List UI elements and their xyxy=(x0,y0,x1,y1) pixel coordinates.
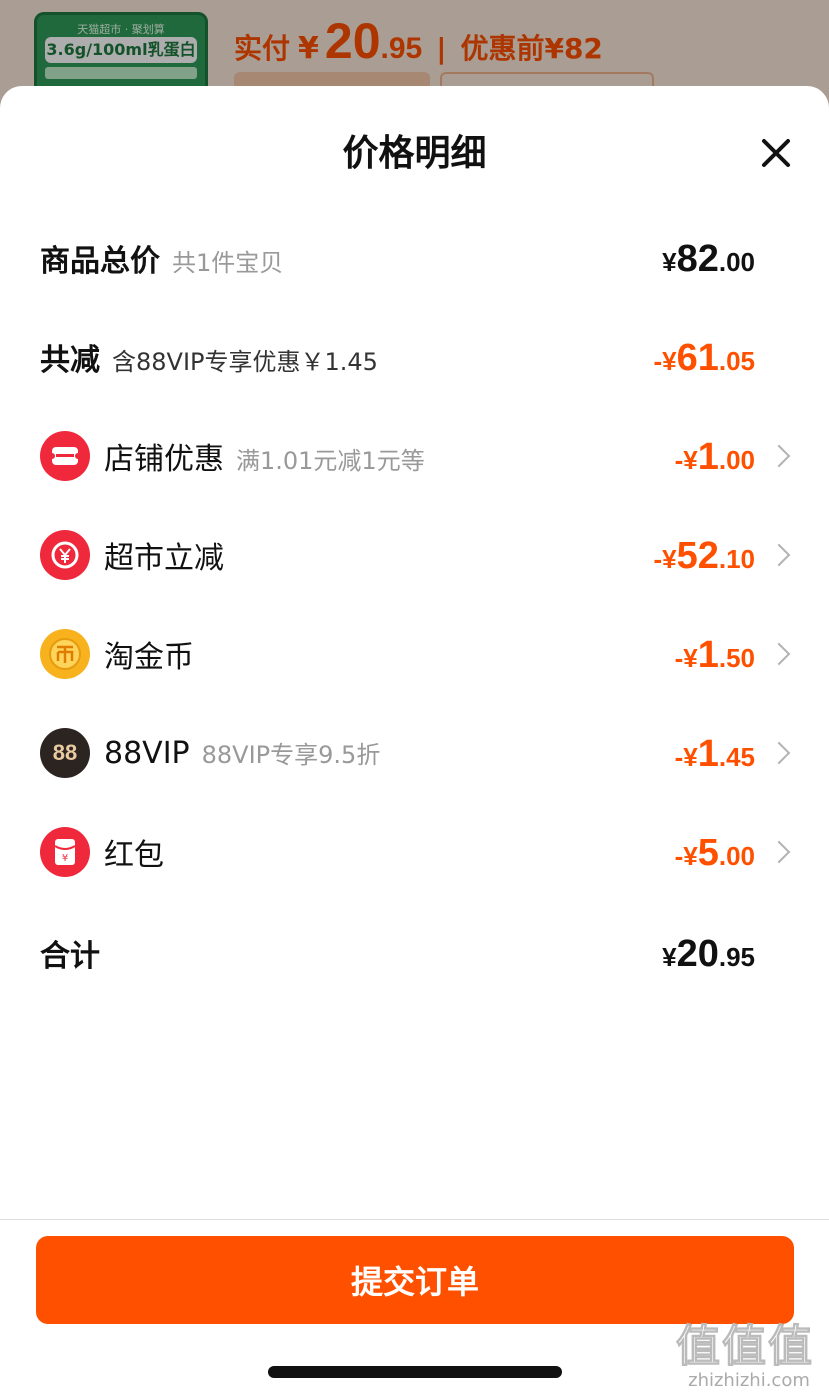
amount-dec: .45 xyxy=(718,742,755,772)
row-88vip[interactable]: 88 88VIP 88VIP专享9.5折 -¥ 1 .45 xyxy=(0,723,829,783)
price-detail-sheet: 价格明细 商品总价 共1件宝贝 ¥ 82 .00 共减 含88VIP专享优惠￥1… xyxy=(0,86,829,1395)
amount-int: 52 xyxy=(676,535,719,577)
watermark-url: zhizhizhi.com xyxy=(688,1370,810,1391)
amount-dec: .00 xyxy=(718,247,755,277)
amount-currency: ¥ xyxy=(662,247,677,277)
row-amount: -¥ 1 .45 xyxy=(675,723,755,783)
row-label: 淘金币 xyxy=(104,640,194,675)
row-label: 共减 xyxy=(40,343,100,378)
home-indicator xyxy=(268,1366,562,1378)
row-sum-total: 合计 ¥ 20 .95 xyxy=(0,923,829,983)
row-total-discount: 共减 含88VIP专享优惠￥1.45 -¥ 61 .05 xyxy=(0,327,829,387)
amount-int: 1 xyxy=(697,634,719,676)
row-label: 88VIP xyxy=(104,736,190,771)
chevron-right-icon xyxy=(775,444,789,468)
row-sublabel: 共1件宝贝 xyxy=(172,249,284,277)
chevron-right-icon xyxy=(775,840,789,864)
amount-int: 82 xyxy=(676,238,719,280)
amount-currency: ¥ xyxy=(662,942,677,972)
svg-text:¥: ¥ xyxy=(62,853,68,864)
row-label: 店铺优惠 xyxy=(104,442,224,477)
chevron-right-icon xyxy=(775,741,789,765)
amount-dec: .10 xyxy=(718,544,755,574)
row-sublabel: 含88VIP专享优惠￥1.45 xyxy=(112,348,378,376)
shop-coupon-icon xyxy=(40,431,90,481)
amount-int: 1 xyxy=(697,733,719,775)
red-packet-icon: ¥ xyxy=(40,827,90,877)
amount-int: 1 xyxy=(697,436,719,478)
row-taojinbi[interactable]: 淘金币 -¥ 1 .50 xyxy=(0,624,829,684)
amount-currency: -¥ xyxy=(653,544,677,574)
amount-currency: -¥ xyxy=(674,841,698,871)
amount-currency: -¥ xyxy=(674,742,698,772)
row-sublabel: 88VIP专享9.5折 xyxy=(201,741,381,769)
amount-int: 20 xyxy=(676,933,719,975)
amount-int: 5 xyxy=(697,832,719,874)
amount-int: 61 xyxy=(676,337,719,379)
row-amount: ¥ 20 .95 xyxy=(662,923,755,983)
88vip-icon-text: 88 xyxy=(52,740,78,765)
row-sublabel: 满1.01元减1元等 xyxy=(236,447,425,475)
amount-dec: .00 xyxy=(718,841,755,871)
row-label: 合计 xyxy=(40,939,100,974)
yuan-refund-icon xyxy=(40,530,90,580)
amount-dec: .00 xyxy=(718,445,755,475)
row-label: 超市立减 xyxy=(104,541,224,576)
amount-dec: .05 xyxy=(718,346,755,376)
sheet-title: 价格明细 xyxy=(342,133,487,174)
amount-currency: -¥ xyxy=(674,445,698,475)
row-goods-total: 商品总价 共1件宝贝 ¥ 82 .00 xyxy=(0,228,829,288)
row-amount: -¥ 1 .50 xyxy=(675,624,755,684)
row-amount: -¥ 1 .00 xyxy=(675,426,755,486)
row-amount: ¥ 82 .00 xyxy=(662,228,755,288)
footer-divider xyxy=(0,1219,829,1220)
amount-dec: .95 xyxy=(718,942,755,972)
amount-currency: -¥ xyxy=(653,346,677,376)
amount-dec: .50 xyxy=(718,643,755,673)
row-amount: -¥ 61 .05 xyxy=(653,327,755,387)
row-shop-discount[interactable]: 店铺优惠 满1.01元减1元等 -¥ 1 .00 xyxy=(0,426,829,486)
watermark-text: 值值值 xyxy=(676,1321,814,1373)
row-supermarket-discount[interactable]: 超市立减 -¥ 52 .10 xyxy=(0,525,829,585)
site-watermark: 值值值 zhizhizhi.com xyxy=(676,1310,822,1392)
row-red-packet[interactable]: ¥ 红包 -¥ 5 .00 xyxy=(0,822,829,882)
gold-coin-icon xyxy=(40,629,90,679)
amount-currency: -¥ xyxy=(674,643,698,673)
row-label: 商品总价 xyxy=(40,244,160,279)
row-amount: -¥ 52 .10 xyxy=(653,525,755,585)
88vip-icon: 88 xyxy=(40,728,90,778)
row-label: 红包 xyxy=(104,838,164,873)
chevron-right-icon xyxy=(775,642,789,666)
chevron-right-icon xyxy=(775,543,789,567)
row-amount: -¥ 5 .00 xyxy=(675,822,755,882)
close-icon[interactable] xyxy=(754,132,798,176)
